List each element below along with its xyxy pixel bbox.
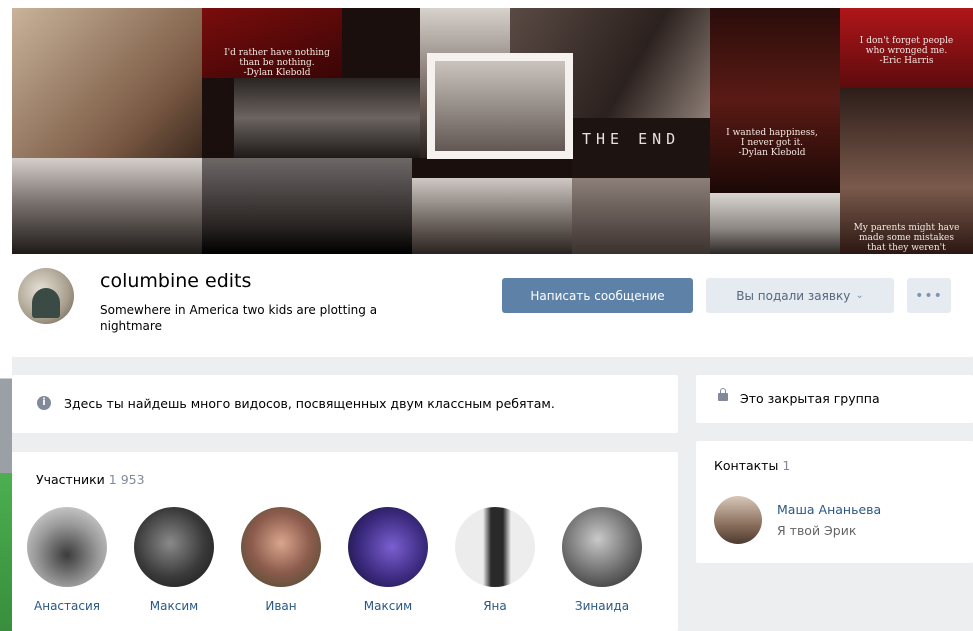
cover-collage-portrait [710,8,840,193]
cover-quote-dylan-2: I wanted happiness, I never got it. -Dyl… [726,128,818,158]
cover-collage-sketch [12,8,202,158]
member-name: Зинаида [574,599,630,613]
cover-polaroid [427,53,573,159]
group-description-card: i Здесь ты найдешь много видосов, посвящ… [12,375,678,433]
cover-quote-eric: I don't forget people who wronged me. -E… [859,36,954,66]
member-name: Максим [363,599,413,613]
members-card: Участники 1 953 Анастасия Максим Иван Мак… [12,452,678,631]
background-window-edge [0,0,12,631]
lock-icon [718,388,728,401]
more-actions-button[interactable]: ••• [907,278,951,313]
member-avatar [455,507,535,587]
chevron-down-icon: ⌄ [855,290,864,301]
contacts-header[interactable]: Контакты 1 [714,458,790,473]
request-sent-button[interactable]: Вы подали заявку ⌄ [706,278,894,313]
member-name: Яна [483,599,507,613]
cover-the-end: THE END [582,130,681,148]
send-message-label: Написать сообщение [530,288,665,303]
contact-avatar[interactable] [714,496,762,544]
cover-collage-end [572,118,712,178]
members-title: Участники [36,472,105,487]
member-name: Иван [265,599,297,613]
member-item[interactable]: Зинаида [557,507,647,613]
member-avatar [27,507,107,587]
contacts-title: Контакты [714,458,779,473]
send-message-button[interactable]: Написать сообщение [502,278,693,313]
member-avatar [348,507,428,587]
member-item[interactable]: Яна [450,507,540,613]
cover-image: I'd rather have nothing than be nothing.… [12,8,973,254]
closed-group-card: Это закрытая группа [696,375,973,423]
cover-collage-face [12,158,202,254]
group-name: columbine edits [100,270,252,292]
member-item[interactable]: Максим [343,507,433,613]
cover-collage-cap [710,193,840,254]
contact-role: Я твой Эрик [777,523,857,538]
members-count: 1 953 [108,472,145,487]
info-icon: i [37,396,51,410]
contact-name-link[interactable]: Маша Ананьева [777,502,881,517]
more-dots-icon: ••• [915,287,943,304]
member-item[interactable]: Анастасия [22,507,112,613]
members-header[interactable]: Участники 1 953 [36,472,145,487]
group-description: Здесь ты найдешь много видосов, посвящен… [64,396,555,411]
cover-quote-parents: My parents might have made some mistakes… [853,223,960,253]
member-name: Максим [149,599,199,613]
cover-collage-film [234,78,420,158]
member-avatar [562,507,642,587]
cover-collage-street [572,178,710,254]
closed-group-label: Это закрытая группа [740,391,880,406]
contacts-count: 1 [782,458,791,473]
cover-quote-dylan-1: I'd rather have nothing than be nothing.… [224,48,330,78]
member-avatar [241,507,321,587]
cover-collage-concert [202,158,412,254]
group-status: Somewhere in America two kids are plotti… [100,303,378,333]
member-item[interactable]: Максим [129,507,219,613]
request-sent-label: Вы подали заявку [736,288,851,303]
contacts-card: Контакты 1 Маша Ананьева Я твой Эрик [696,441,973,563]
group-avatar[interactable] [18,268,74,324]
member-item[interactable]: Иван [236,507,326,613]
cover-collage-branches [412,178,572,254]
member-avatar [134,507,214,587]
member-name: Анастасия [34,599,100,613]
